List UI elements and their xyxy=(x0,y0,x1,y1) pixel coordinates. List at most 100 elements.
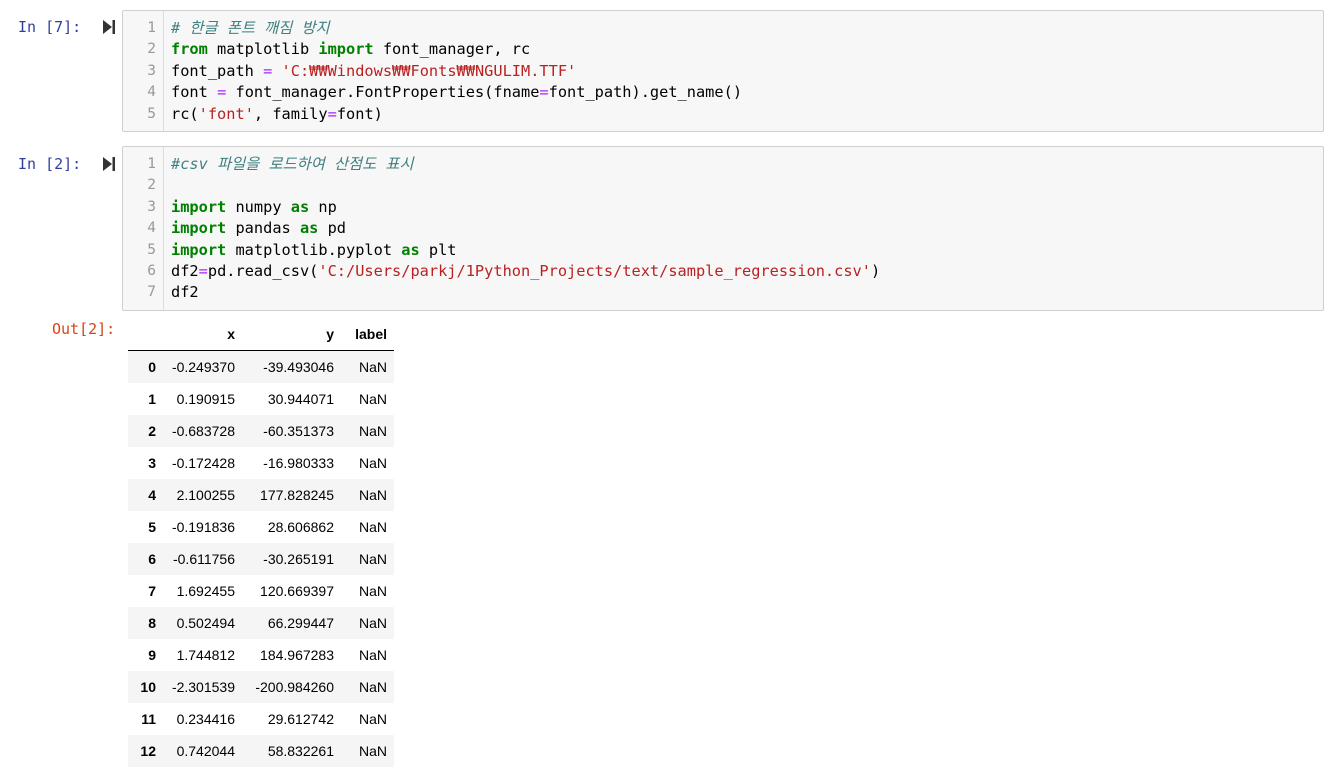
code-token: as xyxy=(290,197,310,216)
cell-label: NaN xyxy=(358,743,387,759)
code-token: font) xyxy=(336,104,383,123)
code-line: 6 df2=pd.read_csv('C:/Users/parkj/1Python… xyxy=(123,261,1323,282)
cell-x: -0.172428 xyxy=(171,455,235,471)
cell-label: NaN xyxy=(358,423,387,439)
code-text: df2 xyxy=(171,282,199,303)
code-text: import matplotlib.pyplot as plt xyxy=(171,240,457,261)
code-text: import pandas as pd xyxy=(171,218,346,239)
row-index: 0 xyxy=(148,359,156,375)
line-number: 2 xyxy=(147,41,156,58)
table-header-row: x y label xyxy=(128,318,394,351)
table-row: 6 -0.611756 -30.265191 NaN xyxy=(128,543,394,575)
output-prompt: Out[2]: xyxy=(52,320,116,338)
code-token: = xyxy=(263,61,273,80)
cell-label: NaN xyxy=(358,647,387,663)
row-index: 11 xyxy=(141,711,156,727)
code-token: import xyxy=(171,240,227,259)
code-text: import numpy as np xyxy=(171,197,337,218)
table-row: 7 1.692455 120.669397 NaN xyxy=(128,575,394,607)
cell-y: 184.967283 xyxy=(260,647,334,663)
code-token: import xyxy=(171,197,227,216)
code-lines: 1 #csv 파일을 로드하여 산점도 표시 2 3 import numpy as n… xyxy=(123,154,1323,304)
table-row: 9 1.744812 184.967283 NaN xyxy=(128,639,394,671)
row-index: 8 xyxy=(148,615,156,631)
code-cell-input[interactable]: 1 #csv 파일을 로드하여 산점도 표시 2 3 import numpy as n… xyxy=(122,146,1324,311)
line-number: 3 xyxy=(147,198,156,215)
code-token: font_manager, rc xyxy=(373,40,531,59)
cell-x: 0.190915 xyxy=(176,391,235,407)
cell-label: NaN xyxy=(358,359,387,375)
table-row: 8 0.502494 66.299447 NaN xyxy=(128,607,394,639)
code-token: 'C:/Users/parkj/1Python_Projects/text/sa… xyxy=(318,261,871,280)
cell-x: 2.100255 xyxy=(176,487,235,503)
cell-label: NaN xyxy=(358,615,387,631)
code-token: #csv 파일을 로드하여 산점도 표시 xyxy=(171,155,414,173)
cell-label: NaN xyxy=(358,583,387,599)
row-index: 5 xyxy=(148,519,156,535)
code-token: font_path).get_name() xyxy=(548,83,743,102)
code-token: matplotlib xyxy=(207,40,319,59)
cell-y: -16.980333 xyxy=(263,455,334,471)
code-token: from xyxy=(171,40,208,59)
code-token: ) xyxy=(870,261,881,280)
code-token: font_manager.FontProperties(fname xyxy=(226,83,540,102)
cell-label: NaN xyxy=(358,519,387,535)
line-number: 4 xyxy=(147,220,156,237)
run-cell-icon[interactable] xyxy=(103,157,115,171)
code-token: matplotlib.pyplot xyxy=(226,240,402,259)
cell-x: 0.502494 xyxy=(176,615,235,631)
cell-label: NaN xyxy=(358,551,387,567)
cell-y: 58.832261 xyxy=(267,743,334,759)
table-row: 1 0.190915 30.944071 NaN xyxy=(128,383,394,415)
cell-y: 66.299447 xyxy=(267,615,334,631)
code-text: font = font_manager.FontProperties(fname… xyxy=(171,82,742,103)
cell-y: 29.612742 xyxy=(267,711,334,727)
code-token: pd.read_csv( xyxy=(207,261,319,280)
line-number: 5 xyxy=(147,105,156,122)
cell-y: 120.669397 xyxy=(260,583,334,599)
table-row: 11 0.234416 29.612742 NaN xyxy=(128,703,394,735)
table-row: 12 0.742044 58.832261 NaN xyxy=(128,735,394,767)
cell-y: -200.984260 xyxy=(255,679,334,695)
code-token: as xyxy=(401,240,420,259)
code-cell-input[interactable]: 1 # 한글 폰트 깨짐 방지 2 from matplotlib import fo… xyxy=(122,10,1324,132)
column-header-label: label xyxy=(337,318,394,351)
code-token: = xyxy=(539,83,549,102)
run-cell-icon[interactable] xyxy=(103,20,115,34)
code-line: 1 # 한글 폰트 깨짐 방지 xyxy=(123,18,1323,39)
code-text: #csv 파일을 로드하여 산점도 표시 xyxy=(171,154,414,175)
cell-y: 30.944071 xyxy=(267,391,334,407)
row-index: 10 xyxy=(140,679,156,695)
code-token: font_path xyxy=(171,61,264,80)
cell-label: NaN xyxy=(358,711,387,727)
code-token: np xyxy=(309,197,337,216)
cell-y: -60.351373 xyxy=(263,423,334,439)
code-line: 7 df2 xyxy=(123,282,1323,303)
cell-x: -0.249370 xyxy=(171,359,235,375)
cell-label: NaN xyxy=(358,679,387,695)
line-number: 2 xyxy=(147,177,156,194)
dataframe-table: x y label 0 -0.249370 -39.493046 NaN 1 0.1909… xyxy=(128,318,394,767)
line-number: 6 xyxy=(147,262,156,279)
cell-x: -0.683728 xyxy=(171,423,235,439)
cell-y: 28.606862 xyxy=(267,519,334,535)
table-row: 5 -0.191836 28.606862 NaN xyxy=(128,511,394,543)
line-number: 7 xyxy=(147,284,156,301)
code-text: from matplotlib import font_manager, rc xyxy=(171,39,530,60)
code-token: import xyxy=(318,40,374,59)
code-text: # 한글 폰트 깨짐 방지 xyxy=(171,18,330,39)
code-lines: 1 # 한글 폰트 깨짐 방지 2 from matplotlib import fo… xyxy=(123,18,1323,125)
code-token: pandas xyxy=(226,219,300,238)
row-index: 2 xyxy=(148,423,156,439)
cell-y: -39.493046 xyxy=(263,359,334,375)
table-row: 0 -0.249370 -39.493046 NaN xyxy=(128,350,394,383)
code-text: df2=pd.read_csv('C:/Users/parkj/1Python_… xyxy=(171,261,880,282)
code-line: 3 import numpy as np xyxy=(123,197,1323,218)
input-prompt: In [2]: xyxy=(18,155,82,173)
code-token: , family xyxy=(253,104,328,123)
code-token: 'font' xyxy=(198,104,254,123)
cell-y: 177.828245 xyxy=(260,487,334,503)
code-token: rc( xyxy=(171,104,199,123)
table-row: 2 -0.683728 -60.351373 NaN xyxy=(128,415,394,447)
row-index: 4 xyxy=(148,487,156,503)
